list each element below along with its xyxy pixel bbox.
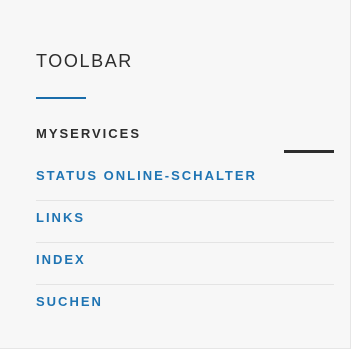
title-underline — [36, 97, 86, 99]
menu-item-status-online-schalter: STATUS ONLINE-SCHALTER — [36, 159, 334, 201]
menu-item-myservices: MYSERVICES — [36, 117, 334, 159]
active-indicator — [284, 150, 334, 153]
toolbar-title: TOOLBAR — [36, 51, 133, 71]
menu-link-suchen[interactable]: SUCHEN — [36, 294, 103, 310]
menu-item-index: INDEX — [36, 243, 334, 285]
menu-link-myservices[interactable]: MYSERVICES — [36, 126, 141, 142]
toolbar-panel: TOOLBAR MYSERVICES STATUS ONLINE-SCHALTE… — [0, 0, 351, 349]
menu-item-suchen: SUCHEN — [36, 285, 334, 327]
menu-link-index[interactable]: INDEX — [36, 252, 86, 268]
menu-link-links[interactable]: LINKS — [36, 210, 85, 226]
menu-item-links: LINKS — [36, 201, 334, 243]
toolbar-menu: MYSERVICES STATUS ONLINE-SCHALTER LINKS … — [36, 117, 334, 327]
menu-link-status-online-schalter[interactable]: STATUS ONLINE-SCHALTER — [36, 168, 257, 184]
